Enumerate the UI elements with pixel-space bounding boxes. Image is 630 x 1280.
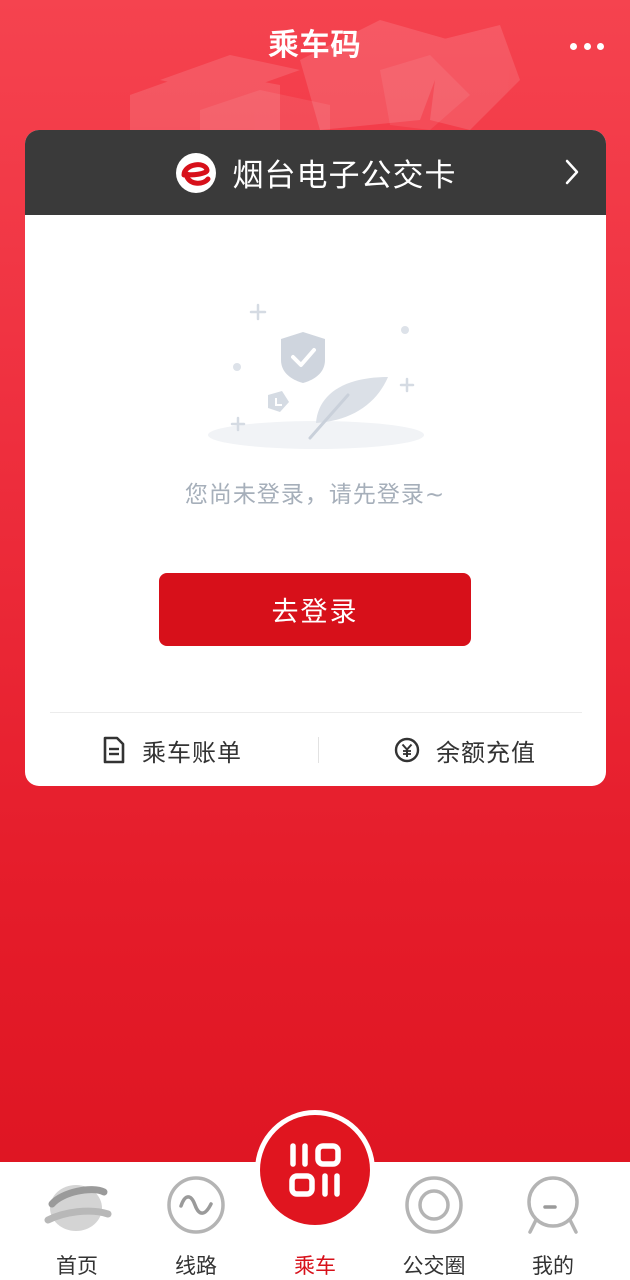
- route-wave-icon: [167, 1176, 225, 1234]
- more-dot-icon: [570, 42, 577, 50]
- page-title: 乘车码: [268, 28, 362, 63]
- tab-label: 我的: [532, 1254, 574, 1278]
- chevron-right-icon: [565, 159, 579, 185]
- tab-routes[interactable]: 线路: [136, 1162, 256, 1280]
- tab-label: 线路: [175, 1254, 217, 1278]
- login-button[interactable]: 去登录: [159, 573, 471, 646]
- yuan-circle-icon: [394, 737, 420, 763]
- tab-label: 首页: [56, 1254, 98, 1278]
- card-header[interactable]: 烟台电子公交卡: [25, 130, 606, 215]
- bus-card-panel: 烟台电子公交卡: [25, 130, 606, 786]
- divider: [50, 712, 582, 713]
- tab-profile[interactable]: 我的: [493, 1162, 613, 1280]
- tab-bus-circle[interactable]: 公交圈: [374, 1162, 494, 1280]
- document-icon: [103, 736, 125, 764]
- card-title: 烟台电子公交卡: [232, 158, 457, 194]
- circle-icon: [405, 1176, 463, 1234]
- ride-code-icon: [289, 1143, 341, 1197]
- recharge-button[interactable]: 余额充值: [394, 730, 536, 770]
- top-bar: 乘车码: [0, 0, 630, 88]
- action-separator: [318, 737, 319, 763]
- not-logged-in-illustration: [208, 303, 424, 449]
- empty-state-message: 您尚未登录，请先登录~: [184, 482, 446, 508]
- card-logo-icon: [175, 152, 216, 193]
- ride-code-button[interactable]: [255, 1110, 375, 1230]
- ride-bill-button[interactable]: 乘车账单: [102, 730, 242, 770]
- profile-icon: [527, 1176, 579, 1234]
- more-dot-icon: [597, 42, 604, 50]
- ride-bill-label: 乘车账单: [142, 738, 242, 767]
- tab-label: 公交圈: [402, 1254, 466, 1278]
- tab-home[interactable]: 首页: [17, 1162, 137, 1280]
- more-dot-icon: [583, 42, 591, 50]
- tab-label: 乘车: [294, 1254, 336, 1278]
- more-menu-button[interactable]: [570, 36, 604, 56]
- ride-code-button-inner: [260, 1115, 370, 1225]
- recharge-label: 余额充值: [436, 738, 536, 767]
- home-globe-icon: [44, 1185, 112, 1231]
